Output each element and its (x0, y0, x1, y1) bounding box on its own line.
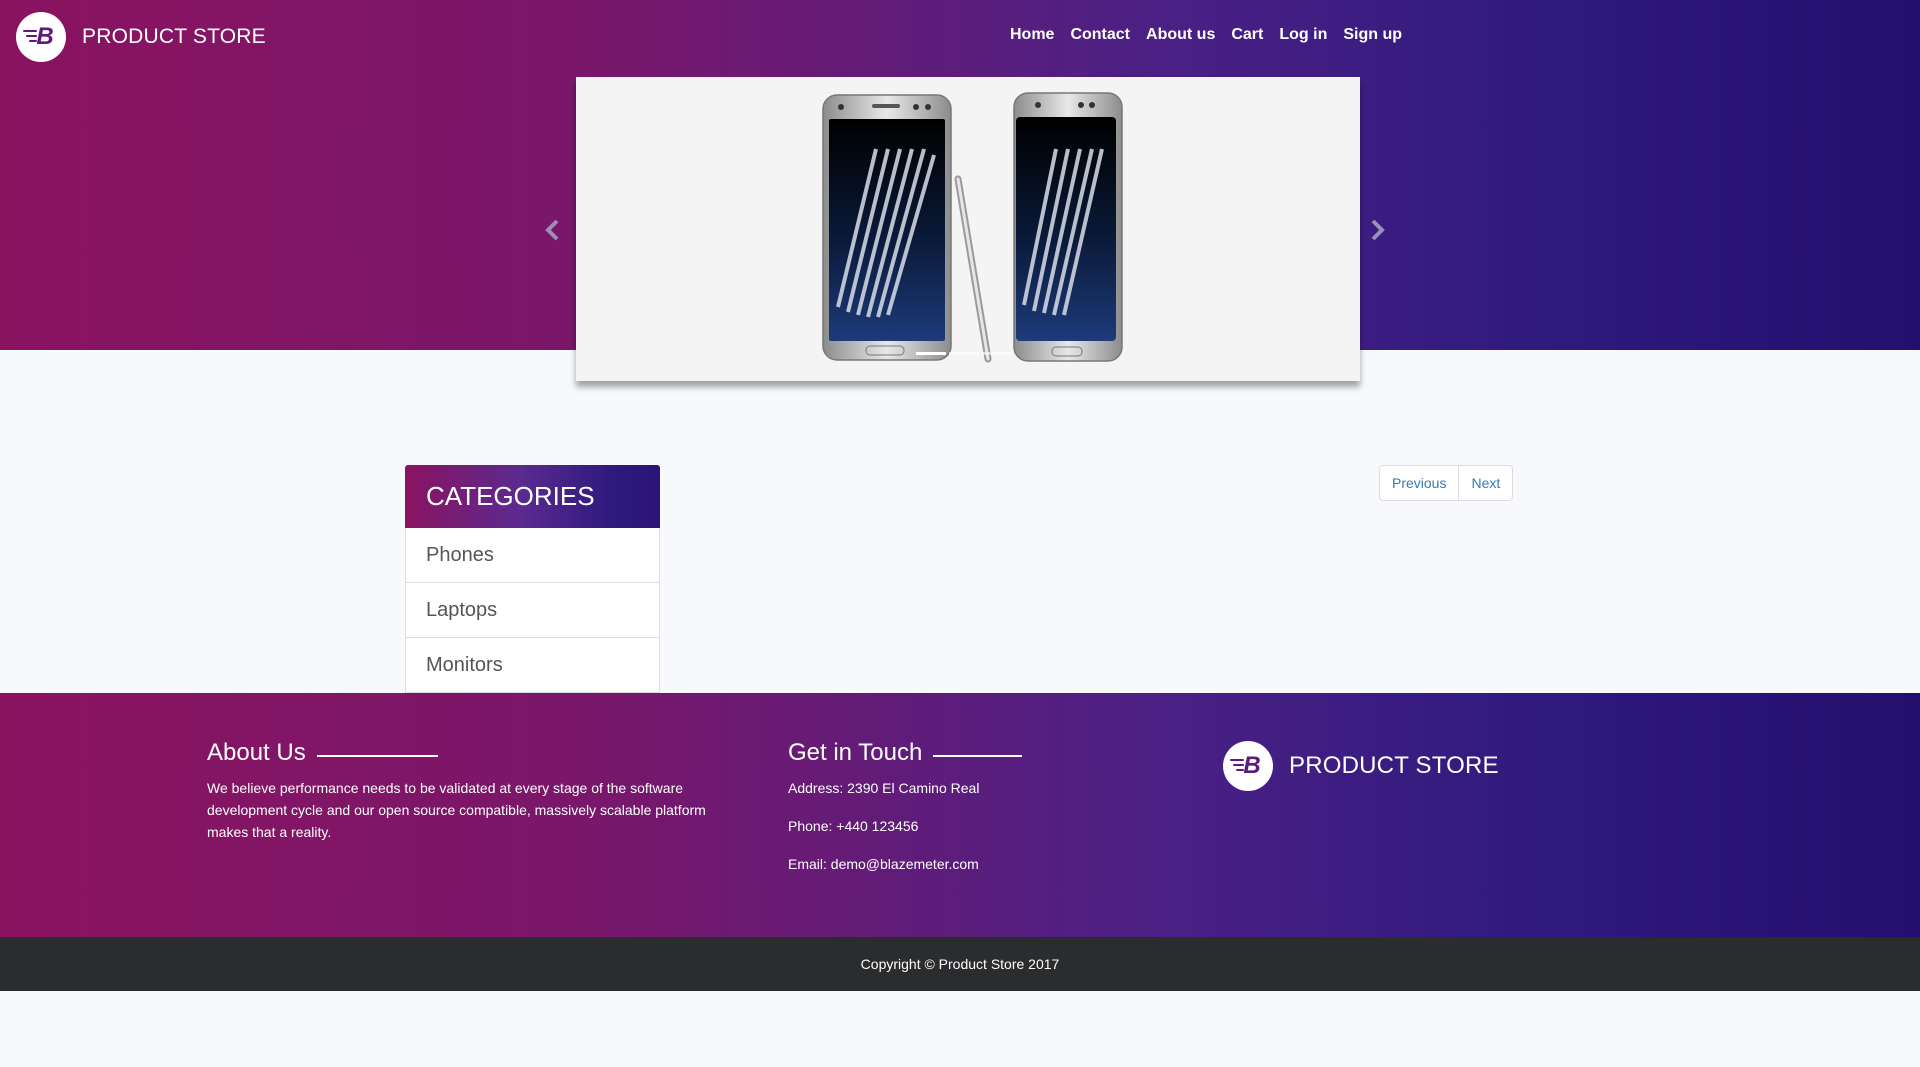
product-carousel[interactable] (576, 77, 1360, 381)
blazemeter-logo-icon: B (16, 12, 66, 62)
title-underline (933, 755, 1023, 757)
footer-about-title: About Us (207, 739, 306, 766)
next-button[interactable]: Next (1459, 465, 1514, 501)
footer-about-text: We believe performance needs to be valid… (207, 780, 706, 840)
top-nav: Home Contact About us Cart Log in Sign u… (1010, 26, 1418, 44)
categories-heading[interactable]: CATEGORIES (405, 465, 660, 528)
chevron-left-icon (545, 219, 559, 241)
chevron-right-icon (1371, 219, 1385, 241)
footer: About Us We believe performance needs to… (0, 693, 1920, 937)
category-monitors[interactable]: Monitors (405, 638, 660, 693)
nav-about-us[interactable]: About us (1146, 26, 1215, 44)
phone-front-image (822, 94, 952, 361)
copyright-text: Copyright © Product Store 2017 (860, 956, 1060, 972)
stylus-pen-image (954, 175, 992, 363)
carousel-indicators (916, 352, 1015, 355)
nav-cart[interactable]: Cart (1231, 26, 1263, 44)
footer-contact-title: Get in Touch (788, 739, 923, 766)
pagination: Previous Next (1379, 465, 1514, 501)
contact-phone: Phone: +440 123456 (788, 818, 919, 834)
nav-contact[interactable]: Contact (1070, 26, 1130, 44)
contact-email: Email: demo@blazemeter.com (788, 856, 979, 872)
categories-panel: CATEGORIES Phones Laptops Monitors (405, 465, 660, 693)
title-underline (316, 755, 438, 757)
category-laptops[interactable]: Laptops (405, 583, 660, 638)
brand-link[interactable]: B PRODUCT STORE (16, 12, 266, 62)
carousel-indicator[interactable] (949, 352, 979, 355)
phone-side-image (1013, 92, 1123, 362)
nav-home[interactable]: Home (1010, 26, 1054, 44)
nav-log-in[interactable]: Log in (1279, 26, 1327, 44)
footer-contact: Get in Touch Address: 2390 El Camino Rea… (788, 739, 1118, 877)
carousel-indicator[interactable] (916, 352, 946, 355)
nav-sign-up[interactable]: Sign up (1343, 26, 1402, 44)
category-phones[interactable]: Phones (405, 528, 660, 583)
footer-brand-name: PRODUCT STORE (1289, 752, 1499, 779)
carousel-slide-image (822, 92, 1123, 363)
carousel-next-button[interactable] (1365, 215, 1389, 245)
footer-brand: B PRODUCT STORE (1223, 741, 1499, 791)
carousel-prev-button[interactable] (541, 215, 565, 245)
blazemeter-logo-icon: B (1223, 741, 1273, 791)
footer-about: About Us We believe performance needs to… (207, 739, 727, 843)
contact-address: Address: 2390 El Camino Real (788, 780, 980, 796)
copyright-bar: Copyright © Product Store 2017 (0, 937, 1920, 991)
carousel-indicator[interactable] (982, 352, 1012, 355)
previous-button[interactable]: Previous (1379, 465, 1460, 501)
brand-name: PRODUCT STORE (82, 25, 266, 48)
